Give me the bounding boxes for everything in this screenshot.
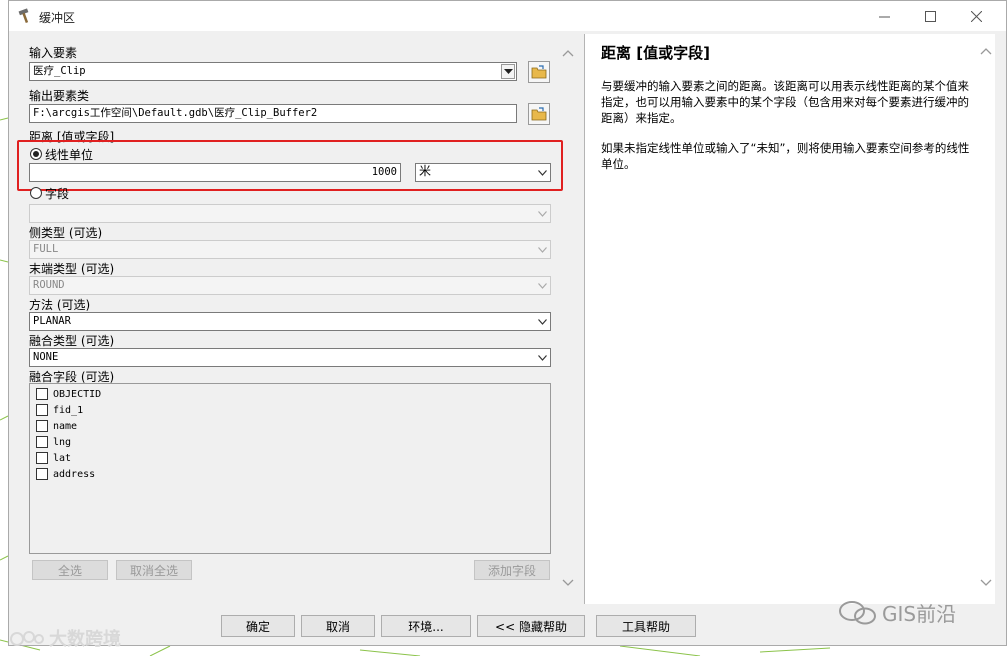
input-features-value: 医疗_Clip (33, 65, 86, 77)
chevron-up-icon (562, 50, 574, 57)
field-name: name (53, 420, 78, 432)
side-type-value: FULL (33, 243, 59, 255)
distance-field-select (29, 204, 551, 223)
chevron-down-icon[interactable] (501, 64, 515, 79)
field-checkbox[interactable] (36, 436, 48, 448)
method-label: 方法 (可选) (29, 298, 91, 312)
chevron-up-icon (980, 48, 992, 55)
output-features-label: 输出要素类 (29, 89, 90, 103)
input-features-combo[interactable]: 医疗_Clip (29, 62, 517, 81)
output-features-value: F:\arcgis工作空间\Default.gdb\医疗_Clip_Buffer… (33, 107, 318, 119)
field-item[interactable]: OBJECTID (36, 387, 101, 401)
chevron-down-icon[interactable] (535, 350, 549, 365)
input-browse-button[interactable] (528, 61, 550, 83)
hide-help-button[interactable]: << 隐藏帮助 (477, 615, 585, 637)
close-icon (970, 10, 982, 22)
end-type-value: ROUND (33, 279, 65, 291)
maximize-button[interactable] (907, 1, 953, 31)
field-name: lng (53, 436, 72, 448)
linear-distance-input[interactable]: 1000 (29, 163, 401, 182)
help-scroll-up-button[interactable] (980, 44, 997, 58)
field-checkbox[interactable] (36, 452, 48, 464)
chevron-down-icon (535, 278, 549, 293)
field-checkbox[interactable] (36, 420, 48, 432)
dissolve-type-value: NONE (33, 351, 59, 363)
field-name: lat (53, 452, 72, 464)
title-bar: 缓冲区 (9, 1, 1006, 31)
folder-icon (531, 107, 547, 121)
field-checkbox[interactable] (36, 388, 48, 400)
hammer-icon (17, 8, 33, 24)
help-scroll-down-button[interactable] (980, 576, 997, 590)
output-features-input[interactable]: F:\arcgis工作空间\Default.gdb\医疗_Clip_Buffer… (29, 104, 517, 123)
input-features-label: 输入要素 (29, 46, 78, 60)
end-type-select: ROUND (29, 276, 551, 295)
close-button[interactable] (953, 1, 999, 31)
side-type-label: 侧类型 (可选) (29, 226, 103, 240)
linear-unit-value: 米 (419, 164, 432, 178)
field-item[interactable]: fid_1 (36, 403, 83, 417)
chevron-down-icon (535, 206, 549, 221)
chevron-down-icon[interactable] (535, 314, 549, 329)
field-item[interactable]: lat (36, 451, 71, 465)
watermark-left: 大数跨境 (9, 625, 121, 651)
help-paragraph: 如果未指定线性单位或输入了“未知”，则将使用输入要素空间参考的线性单位。 (601, 141, 970, 171)
method-select[interactable]: PLANAR (29, 312, 551, 331)
scroll-up-button[interactable] (562, 46, 579, 60)
output-browse-button[interactable] (528, 103, 550, 125)
minimize-icon (878, 16, 890, 17)
end-type-label: 末端类型 (可选) (29, 262, 115, 276)
side-type-select: FULL (29, 240, 551, 259)
linear-unit-radio[interactable] (30, 148, 42, 160)
dissolve-fields-list: OBJECTID fid_1 name lng lat address (29, 383, 551, 554)
field-item[interactable]: name (36, 419, 77, 433)
ok-button[interactable]: 确定 (221, 615, 295, 637)
help-paragraph: 与要缓冲的输入要素之间的距离。该距离可以用表示线性距离的某个值来指定，也可以用输… (601, 79, 969, 125)
chevron-down-icon (562, 579, 574, 586)
chevron-down-icon (535, 242, 549, 257)
window-title: 缓冲区 (39, 11, 76, 25)
field-name: fid_1 (53, 404, 84, 416)
minimize-button[interactable] (861, 1, 907, 31)
field-radio[interactable] (30, 187, 42, 199)
environments-button[interactable]: 环境... (381, 615, 471, 637)
dissolve-type-label: 融合类型 (可选) (29, 334, 115, 348)
linear-distance-value: 1000 (371, 166, 397, 178)
watermark-left-text: 大数跨境 (49, 629, 121, 650)
field-item[interactable]: lng (36, 435, 71, 449)
tool-help-button[interactable]: 工具帮助 (596, 615, 696, 637)
linear-unit-label: 线性单位 (45, 148, 94, 162)
cancel-button[interactable]: 取消 (301, 615, 375, 637)
field-name: address (53, 468, 96, 480)
maximize-icon (924, 10, 936, 22)
help-panel: 距离 [值或字段] 与要缓冲的输入要素之间的距离。该距离可以用表示线性距离的某个… (584, 34, 995, 604)
help-title: 距离 [值或字段] (601, 44, 710, 62)
clear-all-button[interactable]: 取消全选 (116, 560, 192, 580)
watermark-right-text: GIS前沿 (882, 602, 957, 626)
dissolve-type-select[interactable]: NONE (29, 348, 551, 367)
scroll-down-button[interactable] (562, 576, 579, 590)
wechat-icon (839, 600, 876, 624)
chevron-down-icon (980, 579, 992, 586)
brand-logo-icon (10, 631, 44, 646)
field-label: 字段 (45, 187, 70, 201)
method-value: PLANAR (33, 315, 71, 327)
field-checkbox[interactable] (36, 404, 48, 416)
field-item[interactable]: address (36, 467, 95, 481)
field-checkbox[interactable] (36, 468, 48, 480)
chevron-down-icon[interactable] (535, 165, 549, 180)
watermark-right: GIS前沿 (838, 598, 956, 627)
select-all-button[interactable]: 全选 (32, 560, 108, 580)
linear-unit-select[interactable]: 米 (415, 163, 551, 182)
field-name: OBJECTID (53, 388, 102, 400)
folder-icon (531, 65, 547, 79)
add-field-button[interactable]: 添加字段 (474, 560, 550, 580)
